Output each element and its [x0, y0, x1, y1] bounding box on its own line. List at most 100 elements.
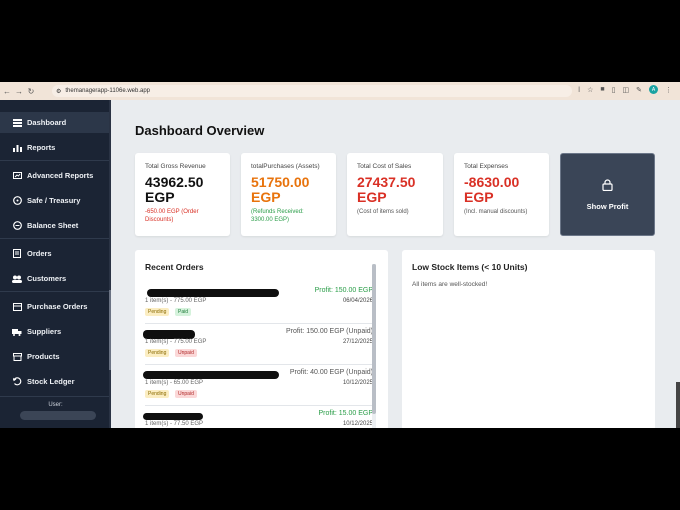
sidebar-item-label: Customers — [27, 274, 67, 283]
card-value: -8630.00 EGP — [464, 174, 520, 205]
card-value: 43962.50 EGP — [145, 174, 204, 205]
low-stock-title: Low Stock Items (< 10 Units) — [412, 262, 528, 272]
card-label: Total Cost of Sales — [357, 163, 412, 170]
show-profit-label: Show Profit — [586, 202, 629, 211]
profile-avatar[interactable]: A — [649, 85, 658, 94]
bar-chart-icon — [12, 143, 22, 153]
redacted-customer-name — [143, 413, 203, 420]
orders-scrollbar-thumb[interactable] — [372, 264, 376, 414]
low-stock-message: All items are well-stocked! — [412, 281, 488, 288]
order-items: 1 item(s) - 65.00 EGP — [145, 380, 204, 386]
card-label: totalPurchases (Assets) — [251, 163, 320, 170]
order-date: 10/12/2025 — [342, 421, 373, 427]
sidebar-item-label: Stock Ledger — [27, 377, 75, 386]
redacted-customer-name — [143, 371, 279, 379]
sidebar-item-suppliers[interactable]: Suppliers — [0, 321, 109, 342]
sidebar-divider — [0, 160, 109, 161]
order-items: 1 item(s) - 775.00 EGP — [145, 298, 207, 304]
site-info-icon[interactable]: ⚙ — [56, 88, 61, 95]
sidebar-item-label: Purchase Orders — [27, 302, 88, 311]
status-badge: Pending — [145, 308, 170, 316]
report-icon — [12, 171, 22, 181]
redacted-user-name — [20, 411, 96, 420]
card-total-purchases: totalPurchases (Assets) 51750.00 EGP (Ref… — [241, 153, 336, 236]
sidebar-item-dashboard[interactable]: Dashboard — [0, 112, 109, 133]
extension-icon[interactable]: ■ — [600, 86, 604, 93]
card-cost-of-sales: Total Cost of Sales 27437.50 EGP (Cost of… — [347, 153, 443, 236]
sidebar-item-stock-ledger[interactable]: Stock Ledger — [0, 371, 109, 392]
order-date: 27/12/2025 — [342, 339, 373, 345]
translate-icon[interactable]: ا — [578, 86, 580, 94]
card-value: 51750.00 EGP — [251, 174, 310, 205]
page-title: Dashboard Overview — [135, 123, 265, 138]
sidebar-item-label: Dashboard — [27, 118, 67, 127]
sidebar-item-reports[interactable]: Reports — [0, 137, 109, 158]
recent-orders-title: Recent Orders — [145, 262, 204, 272]
sidebar-item-customers[interactable]: Customers — [0, 268, 109, 289]
page-scrollbar-thumb[interactable] — [676, 382, 680, 428]
sidebar-item-label: Reports — [27, 143, 56, 152]
payment-badge: Paid — [175, 308, 192, 316]
sidebar-divider — [0, 396, 109, 397]
puzzle-icon[interactable]: ▯ — [612, 86, 616, 94]
ledger-icon — [12, 377, 22, 387]
app-screen: ← → ↻ ⚙ themanagerapp-1106e.web.app ا ☆ … — [0, 82, 680, 428]
payment-badge: Unpaid — [175, 349, 197, 357]
card-total-expenses: Total Expenses -8630.00 EGP (Incl. manual… — [454, 153, 549, 236]
sidebar-item-purchase-orders[interactable]: Purchase Orders — [0, 296, 109, 317]
show-profit-button[interactable]: Show Profit — [560, 153, 655, 236]
redacted-customer-name — [143, 330, 195, 339]
sidebar-item-label: Orders — [27, 249, 52, 258]
sidebar-item-label: Advanced Reports — [27, 171, 94, 180]
bookmark-star-icon[interactable]: ☆ — [587, 86, 593, 94]
back-icon[interactable]: ← — [2, 87, 12, 96]
edit-icon[interactable]: ✎ — [636, 86, 642, 94]
truck-icon — [12, 327, 22, 337]
sidebar-item-label: Suppliers — [27, 327, 62, 336]
order-row[interactable]: Profit: 15.00 EGP 1 item(s) - 77.50 EGP … — [143, 408, 375, 428]
forward-icon[interactable]: → — [14, 87, 24, 96]
order-row[interactable]: Profit: 150.00 EGP (Unpaid) 1 item(s) - … — [143, 326, 375, 367]
order-profit: Profit: 150.00 EGP — [314, 287, 373, 294]
low-stock-panel: Low Stock Items (< 10 Units) All items a… — [402, 250, 655, 428]
sidebar-item-label: Balance Sheet — [27, 221, 79, 230]
customers-icon — [12, 274, 22, 284]
status-badge: Pending — [145, 349, 170, 357]
order-items: 1 item(s) - 77.50 EGP — [145, 421, 204, 427]
sidepanel-icon[interactable]: ◫ — [623, 86, 630, 94]
card-subtext: -650.00 EGP (Order Discounts) — [145, 209, 199, 223]
order-profit: Profit: 40.00 EGP (Unpaid) — [289, 369, 373, 376]
purchase-icon — [12, 302, 22, 312]
order-row[interactable]: Profit: 150.00 EGP 1 item(s) - 775.00 EG… — [145, 285, 375, 326]
card-label: Total Expenses — [464, 163, 509, 170]
address-bar[interactable]: ⚙ themanagerapp-1106e.web.app — [52, 85, 572, 97]
sidebar-item-label: Products — [27, 352, 60, 361]
sidebar-divider — [0, 238, 109, 239]
order-profit: Profit: 150.00 EGP (Unpaid) — [285, 328, 373, 335]
reload-icon[interactable]: ↻ — [26, 87, 36, 96]
card-label: Total Gross Revenue — [145, 163, 206, 170]
user-label: User: — [48, 402, 63, 408]
lock-icon — [602, 178, 613, 196]
order-row[interactable]: Profit: 40.00 EGP (Unpaid) 1 item(s) - 6… — [143, 367, 375, 408]
browser-toolbar: ← → ↻ ⚙ themanagerapp-1106e.web.app ا ☆ … — [0, 82, 680, 100]
sidebar-item-label: Safe / Treasury — [27, 196, 81, 205]
sidebar-item-products[interactable]: Products — [0, 346, 109, 367]
dashboard-icon — [12, 118, 22, 128]
url-text: themanagerapp-1106e.web.app — [65, 88, 151, 94]
card-subtext: (Incl. manual discounts) — [464, 209, 528, 215]
sidebar-scrollbar-track[interactable] — [109, 100, 111, 428]
sidebar: Dashboard Reports Advanced Reports Safe … — [0, 100, 111, 428]
card-subtext: (Refunds Received: 3300.00 EGP) — [251, 209, 304, 223]
row-divider — [145, 364, 375, 365]
sidebar-item-advanced-reports[interactable]: Advanced Reports — [0, 165, 109, 186]
orders-icon — [12, 249, 22, 259]
sidebar-item-safe-treasury[interactable]: Safe / Treasury — [0, 190, 109, 211]
scale-icon — [12, 221, 22, 231]
box-icon — [12, 352, 22, 362]
sidebar-item-balance-sheet[interactable]: Balance Sheet — [0, 215, 109, 236]
menu-dots-icon[interactable]: ⋮ — [665, 86, 672, 94]
sidebar-scrollbar-thumb[interactable] — [109, 290, 111, 370]
sidebar-item-orders[interactable]: Orders — [0, 243, 109, 264]
status-badge: Pending — [145, 390, 170, 398]
